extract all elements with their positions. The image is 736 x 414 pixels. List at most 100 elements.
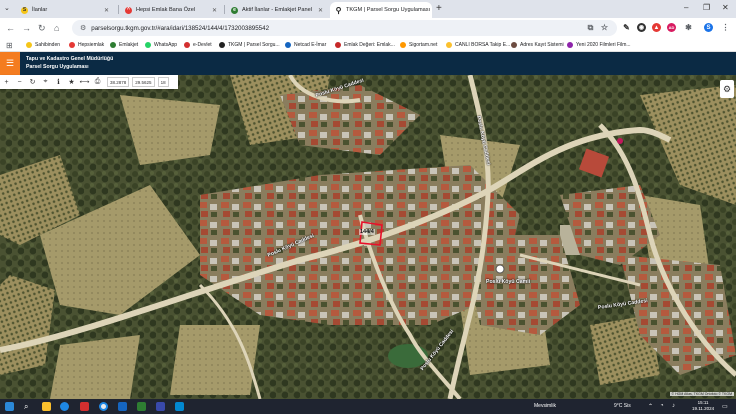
bookmark-star-icon[interactable]: ☆ [600, 23, 609, 32]
windows-taskbar: ⌕ Mevsimlik 9°C Sis ⌃ ◔ ♪ 15:11 19.11.20… [0, 399, 736, 414]
refresh-icon[interactable]: ↻ [26, 75, 39, 89]
browser-tab-strip: S İlanlar ✕ ^ Hepsi Emlak Bana Özel ✕ e … [0, 0, 736, 18]
bookmark-favicon [511, 42, 517, 48]
minimize-icon[interactable]: – [684, 3, 688, 12]
app-icon[interactable] [156, 402, 165, 411]
clock[interactable]: 15:11 19.11.2024 [692, 400, 714, 412]
tab-title: İlanlar [32, 7, 48, 13]
close-icon[interactable]: ✕ [208, 7, 217, 14]
tab-emlakjet[interactable]: e Aktif İlanlar - Emlakjet Panel ✕ [226, 2, 328, 18]
print-icon[interactable]: ⎙ [91, 75, 104, 89]
zoom-level-field[interactable]: 18 [157, 77, 169, 87]
hepsiemlak-icon: ^ [125, 6, 132, 14]
search-icon[interactable]: ⌕ [24, 402, 33, 411]
temperature-label[interactable]: 9°C Sis [614, 403, 631, 409]
bookmark-favicon [145, 42, 151, 48]
road-label: Poslu Köyü Camii [486, 279, 531, 285]
gear-icon[interactable]: ⚙ [720, 80, 734, 98]
maximize-icon[interactable]: ❐ [703, 3, 710, 12]
mosque-marker [495, 264, 505, 274]
app-icon[interactable] [80, 402, 89, 411]
apps-grid-icon[interactable]: ⊞ [6, 40, 13, 50]
notifications-icon[interactable]: ▭ [722, 403, 728, 410]
app-icon[interactable] [118, 402, 127, 411]
bookmark-favicon [285, 42, 291, 48]
parcel-label[interactable]: 144/4 [359, 229, 375, 235]
emlakjet-icon: e [231, 6, 238, 14]
bookmark-favicon [400, 42, 406, 48]
file-explorer-icon[interactable] [42, 402, 51, 411]
bookmark-item[interactable]: Yeni 2020 Filmleri Film... [567, 40, 631, 50]
forward-icon[interactable]: → [22, 22, 31, 34]
close-icon[interactable]: ✕ [314, 7, 323, 14]
site-info-icon[interactable]: ⚙ [80, 24, 86, 32]
measure-icon[interactable]: ⟷ [78, 75, 91, 89]
more-menu-icon[interactable]: ⋮ [721, 23, 730, 32]
bookmark-item[interactable]: WhatsApp [145, 40, 177, 50]
tab-search-icon[interactable]: ⌄ [4, 4, 10, 12]
zoom-out-icon[interactable]: − [13, 75, 26, 89]
tab-title: TKGM | Parsel Sorgu Uygulaması [346, 7, 431, 13]
edge-icon[interactable] [60, 402, 69, 411]
install-app-icon[interactable]: ⧉ [586, 23, 595, 32]
bookmarks-bar: ⊞ Sahibinden Hepsiemlak Emlakjet WhatsAp… [0, 38, 736, 52]
address-bar[interactable]: ⚙ parselsorgu.tkgm.gov.tr/#ara/idari/138… [72, 20, 617, 36]
volume-icon[interactable]: ♪ [672, 403, 675, 409]
satellite-imagery [0, 75, 736, 399]
bookmark-favicon [567, 42, 573, 48]
bookmark-item[interactable]: Sahibinden [26, 40, 60, 50]
close-icon[interactable]: ✕ [430, 7, 432, 14]
bookmark-item[interactable]: e-Devlet [184, 40, 212, 50]
weather-label[interactable]: Mevsimlik [534, 403, 556, 409]
map-attribution: © HGM Atlas, TKGM Ortofoto © TKGM [669, 392, 734, 396]
hamburger-menu-icon[interactable]: ☰ [0, 52, 20, 75]
star-icon[interactable]: ★ [65, 75, 78, 89]
adblock-icon[interactable]: AD [667, 23, 676, 32]
extension-red-icon[interactable]: ▲ [652, 23, 661, 32]
bookmark-favicon [335, 42, 341, 48]
windows-start-icon[interactable] [5, 402, 14, 411]
bookmark-item[interactable]: Emlakjet [110, 40, 138, 50]
tab-hepsiemlak[interactable]: ^ Hepsi Emlak Bana Özel ✕ [120, 2, 222, 18]
back-icon[interactable]: ← [6, 22, 15, 34]
reload-icon[interactable]: ↻ [38, 22, 46, 34]
new-tab-icon[interactable]: + [436, 3, 442, 14]
url-text: parselsorgu.tkgm.gov.tr/#ara/idari/13852… [91, 24, 270, 32]
pen-extension-icon[interactable]: ✎ [622, 23, 631, 32]
bookmark-favicon [110, 42, 116, 48]
close-icon[interactable]: ✕ [100, 7, 109, 14]
coord-x-field[interactable]: 38.2878 [107, 77, 130, 87]
bookmark-item[interactable]: Netcad E-İmar [285, 40, 326, 50]
bookmark-favicon [184, 42, 190, 48]
home-icon[interactable]: ⌂ [54, 22, 59, 34]
bookmark-item[interactable]: TKGM | Parsel Sorgu... [219, 40, 280, 50]
wifi-icon[interactable]: ◔ [660, 403, 664, 409]
chrome-icon[interactable] [99, 402, 108, 411]
tab-tkgm[interactable]: ⚲ TKGM | Parsel Sorgu Uygulaması ✕ [330, 2, 432, 18]
map-pin-icon: ⚲ [335, 5, 342, 15]
bookmark-favicon [69, 42, 75, 48]
tab-title: Aktif İlanlar - Emlakjet Panel [242, 7, 312, 13]
locate-icon[interactable]: ⌖ [39, 75, 52, 89]
bookmark-item[interactable]: Adres Kayıt Sistemi [511, 40, 564, 50]
app-icon[interactable] [137, 402, 146, 411]
map-toolbar: + − ↻ ⌖ ℹ ★ ⟷ ⎙ 38.2878 29.5625 18 [0, 75, 178, 89]
puzzle-icon[interactable]: ✱ [684, 23, 693, 32]
info-icon[interactable]: ℹ [52, 75, 65, 89]
app-title: Tapu ve Kadastro Genel Müdürlüğü [26, 56, 114, 62]
bookmark-item[interactable]: CANLI BORSA Takip E... [446, 40, 510, 50]
bookmark-item[interactable]: Sigortam.net [400, 40, 437, 50]
tray-chevron-icon[interactable]: ⌃ [648, 403, 653, 410]
tab-title: Hepsi Emlak Bana Özel [136, 7, 196, 13]
coord-y-field[interactable]: 29.5625 [132, 77, 155, 87]
avatar[interactable]: S [704, 23, 713, 32]
tab-ilanlar[interactable]: S İlanlar ✕ [16, 2, 114, 18]
zoom-in-icon[interactable]: + [0, 75, 13, 89]
window-close-icon[interactable]: ✕ [722, 3, 729, 12]
bookmark-favicon [219, 42, 225, 48]
extension-icon[interactable]: ◉ [637, 23, 646, 32]
bookmark-item[interactable]: Emlak Değeri: Emlak... [335, 40, 395, 50]
app-icon[interactable] [175, 402, 184, 411]
satellite-map[interactable]: Poslu Köyü Caddesi Poslu Köyü Caddesi Po… [0, 75, 736, 399]
bookmark-item[interactable]: Hepsiemlak [69, 40, 104, 50]
